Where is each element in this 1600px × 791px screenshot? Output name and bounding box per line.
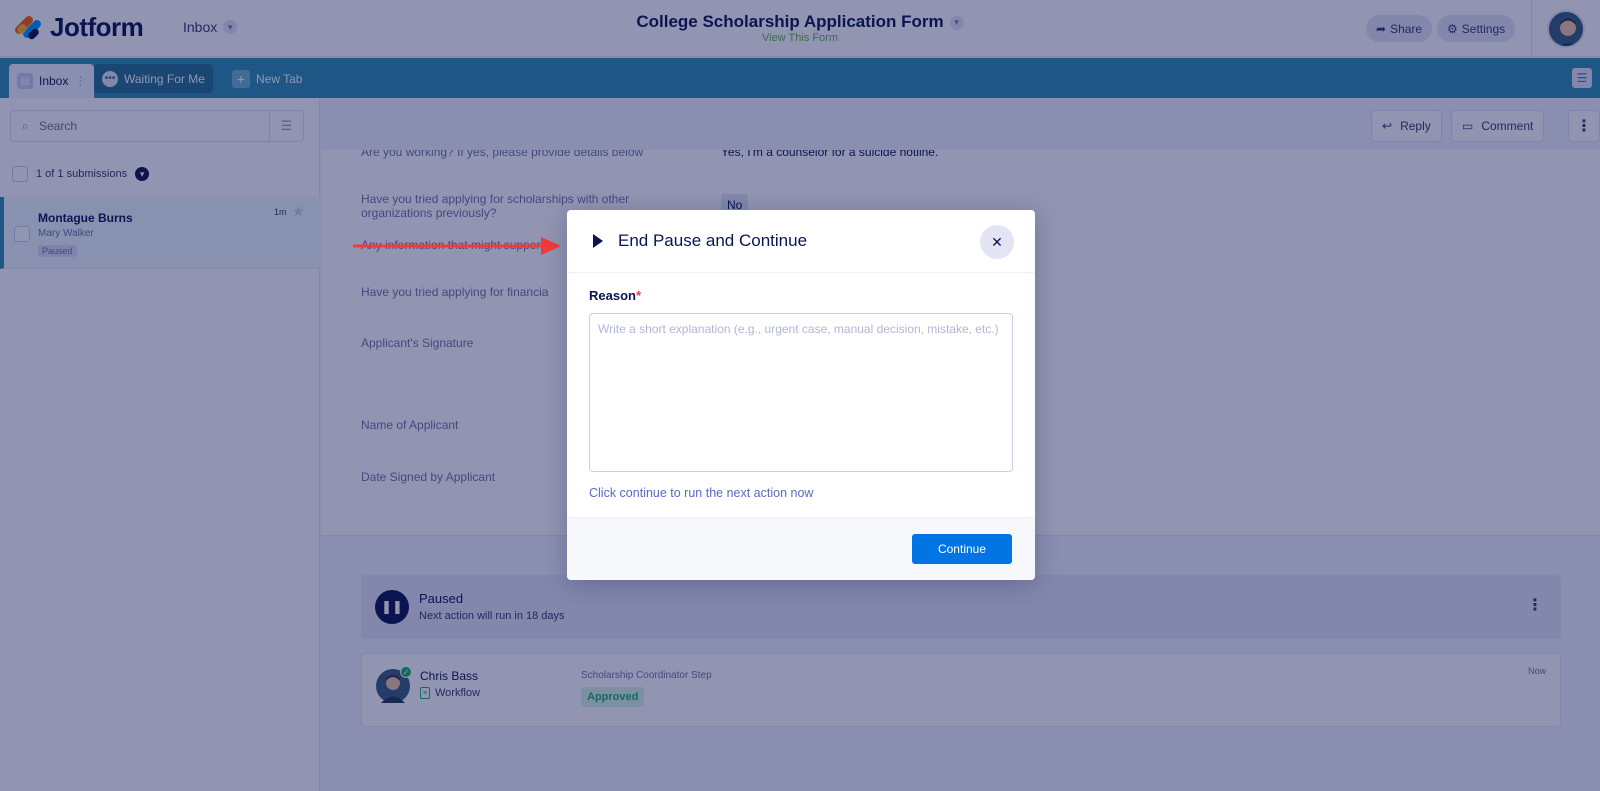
close-icon[interactable]: ✕ <box>980 225 1014 259</box>
reason-label: Reason* <box>589 288 641 303</box>
continue-hint: Click continue to run the next action no… <box>589 486 814 500</box>
dialog-footer: Continue <box>567 517 1035 580</box>
annotation-arrow-icon <box>353 237 561 255</box>
reason-label-text: Reason <box>589 288 636 303</box>
dialog-header: End Pause and Continue ✕ <box>567 210 1035 273</box>
play-icon <box>593 234 603 248</box>
dialog-title: End Pause and Continue <box>618 231 808 250</box>
reason-textarea[interactable] <box>589 313 1013 472</box>
required-marker: * <box>635 288 642 303</box>
end-pause-dialog: End Pause and Continue ✕ Reason* Click c… <box>567 210 1035 580</box>
continue-button[interactable]: Continue <box>912 534 1012 564</box>
